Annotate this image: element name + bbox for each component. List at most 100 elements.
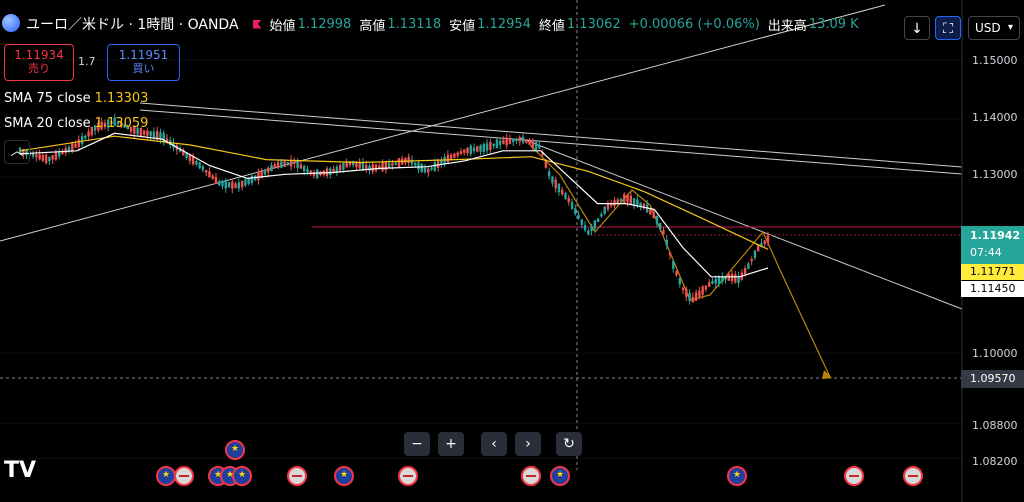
- candle-body: [80, 136, 84, 145]
- candle-body: [250, 175, 254, 183]
- candle-body: [492, 143, 495, 147]
- descending-trendline[interactable]: [519, 137, 963, 310]
- candle-body: [534, 141, 538, 150]
- candle-body: [146, 130, 149, 136]
- countdown-tag: 07:44: [970, 246, 1002, 259]
- candle-body: [74, 143, 77, 148]
- candle-body: [528, 140, 531, 145]
- candle-body: [345, 162, 348, 168]
- expand-icon[interactable]: ⛶: [935, 16, 961, 40]
- candle-body: [54, 151, 58, 160]
- candle-body: [476, 146, 479, 152]
- last-price-tag: 1.11942: [970, 229, 1021, 242]
- us-event-icon[interactable]: [398, 466, 418, 486]
- candle-body: [757, 245, 760, 252]
- candle-body: [685, 289, 688, 297]
- candle-body: [446, 155, 450, 163]
- eu-event-icon[interactable]: ★: [225, 440, 245, 460]
- low-value: 1.12954: [477, 16, 531, 32]
- candle-body: [603, 206, 606, 214]
- zoom-out-icon[interactable]: −: [404, 432, 430, 456]
- candle-body: [198, 162, 201, 169]
- candle-body: [616, 199, 619, 204]
- candle-body: [244, 179, 247, 186]
- candle-body: [227, 182, 231, 188]
- us-event-icon[interactable]: [521, 466, 541, 486]
- candle-body: [456, 152, 459, 156]
- currency-select[interactable]: USD ▾: [968, 16, 1020, 40]
- candle-body: [593, 220, 597, 229]
- us-event-icon[interactable]: [287, 466, 307, 486]
- candle-body: [71, 143, 74, 152]
- candle-body: [714, 278, 717, 284]
- sma75-line: [19, 135, 769, 250]
- resistance-trendline-lower[interactable]: [139, 109, 963, 175]
- candle-body: [224, 179, 227, 189]
- candle-body: [629, 195, 633, 205]
- candle-body: [427, 168, 430, 173]
- candle-body: [41, 154, 45, 161]
- flag-icon[interactable]: [252, 19, 262, 29]
- candle-body: [204, 170, 208, 173]
- candle-body: [567, 197, 570, 203]
- candle-body: [721, 276, 724, 282]
- arrow-down-icon[interactable]: ↓: [904, 16, 930, 40]
- volume-value: 13.09 K: [808, 16, 859, 32]
- candle-body: [237, 182, 241, 189]
- candle-body: [525, 139, 528, 143]
- candle-body: [381, 162, 384, 171]
- eu-event-icon[interactable]: ★: [232, 466, 252, 486]
- axis-tick: 1.10000: [972, 347, 1018, 360]
- candle-body: [626, 194, 629, 202]
- sell-button[interactable]: 1.11934 売り: [4, 44, 74, 81]
- candle-body: [580, 219, 584, 226]
- sell-label: 売り: [28, 62, 50, 75]
- close-value: 1.13062: [566, 16, 621, 32]
- candle-body: [649, 208, 652, 215]
- candle-body: [430, 167, 433, 170]
- eu-event-icon[interactable]: ★: [727, 466, 747, 486]
- candle-body: [257, 171, 260, 181]
- scroll-right-icon[interactable]: ›: [515, 432, 541, 456]
- candle-body: [596, 218, 600, 222]
- wave-projection-drawing[interactable]: [529, 144, 831, 378]
- axis-tick: 1.14000: [972, 111, 1018, 124]
- zoom-in-icon[interactable]: +: [438, 432, 464, 456]
- us-event-icon[interactable]: [174, 466, 194, 486]
- indicator-sma75[interactable]: SMA 75 close 1.13303: [4, 91, 148, 106]
- candle-body: [384, 161, 388, 171]
- candle-body: [221, 180, 224, 187]
- currency-value: USD: [975, 21, 1001, 35]
- candle-body: [234, 183, 237, 188]
- candle-body: [518, 137, 521, 142]
- candle-body: [557, 183, 561, 193]
- candle-body: [512, 138, 515, 143]
- scroll-left-icon[interactable]: ‹: [481, 432, 507, 456]
- eu-event-icon[interactable]: ★: [156, 466, 176, 486]
- candle-body: [449, 154, 453, 160]
- candle-body: [691, 296, 695, 303]
- candle-body: [652, 211, 655, 218]
- candle-body: [342, 162, 345, 170]
- candle-body: [459, 151, 463, 155]
- candle-body: [48, 156, 51, 162]
- eu-event-icon[interactable]: ★: [550, 466, 570, 486]
- candle-body: [211, 175, 214, 180]
- buy-button[interactable]: 1.11951 買い: [107, 44, 180, 81]
- eu-event-icon[interactable]: ★: [334, 466, 354, 486]
- candle-body: [665, 239, 668, 246]
- symbol-title[interactable]: ユーロ／米ドル · 1時間 · OANDA: [26, 14, 239, 34]
- sma20-line: [19, 132, 769, 278]
- candle-body: [195, 161, 198, 165]
- candle-body: [338, 165, 342, 171]
- indicator-sma20[interactable]: SMA 20 close 1.13059: [4, 116, 148, 131]
- us-event-icon[interactable]: [903, 466, 923, 486]
- collapse-indicators-button[interactable]: ︿: [4, 140, 30, 164]
- reset-icon[interactable]: ↻: [556, 432, 582, 456]
- candle-body: [482, 143, 486, 152]
- candle-body: [423, 167, 427, 173]
- volume-label: 出来高: [767, 18, 807, 34]
- us-event-icon[interactable]: [844, 466, 864, 486]
- indicator-name: SMA 75 close: [4, 91, 91, 106]
- resistance-trendline-upper[interactable]: [139, 102, 963, 168]
